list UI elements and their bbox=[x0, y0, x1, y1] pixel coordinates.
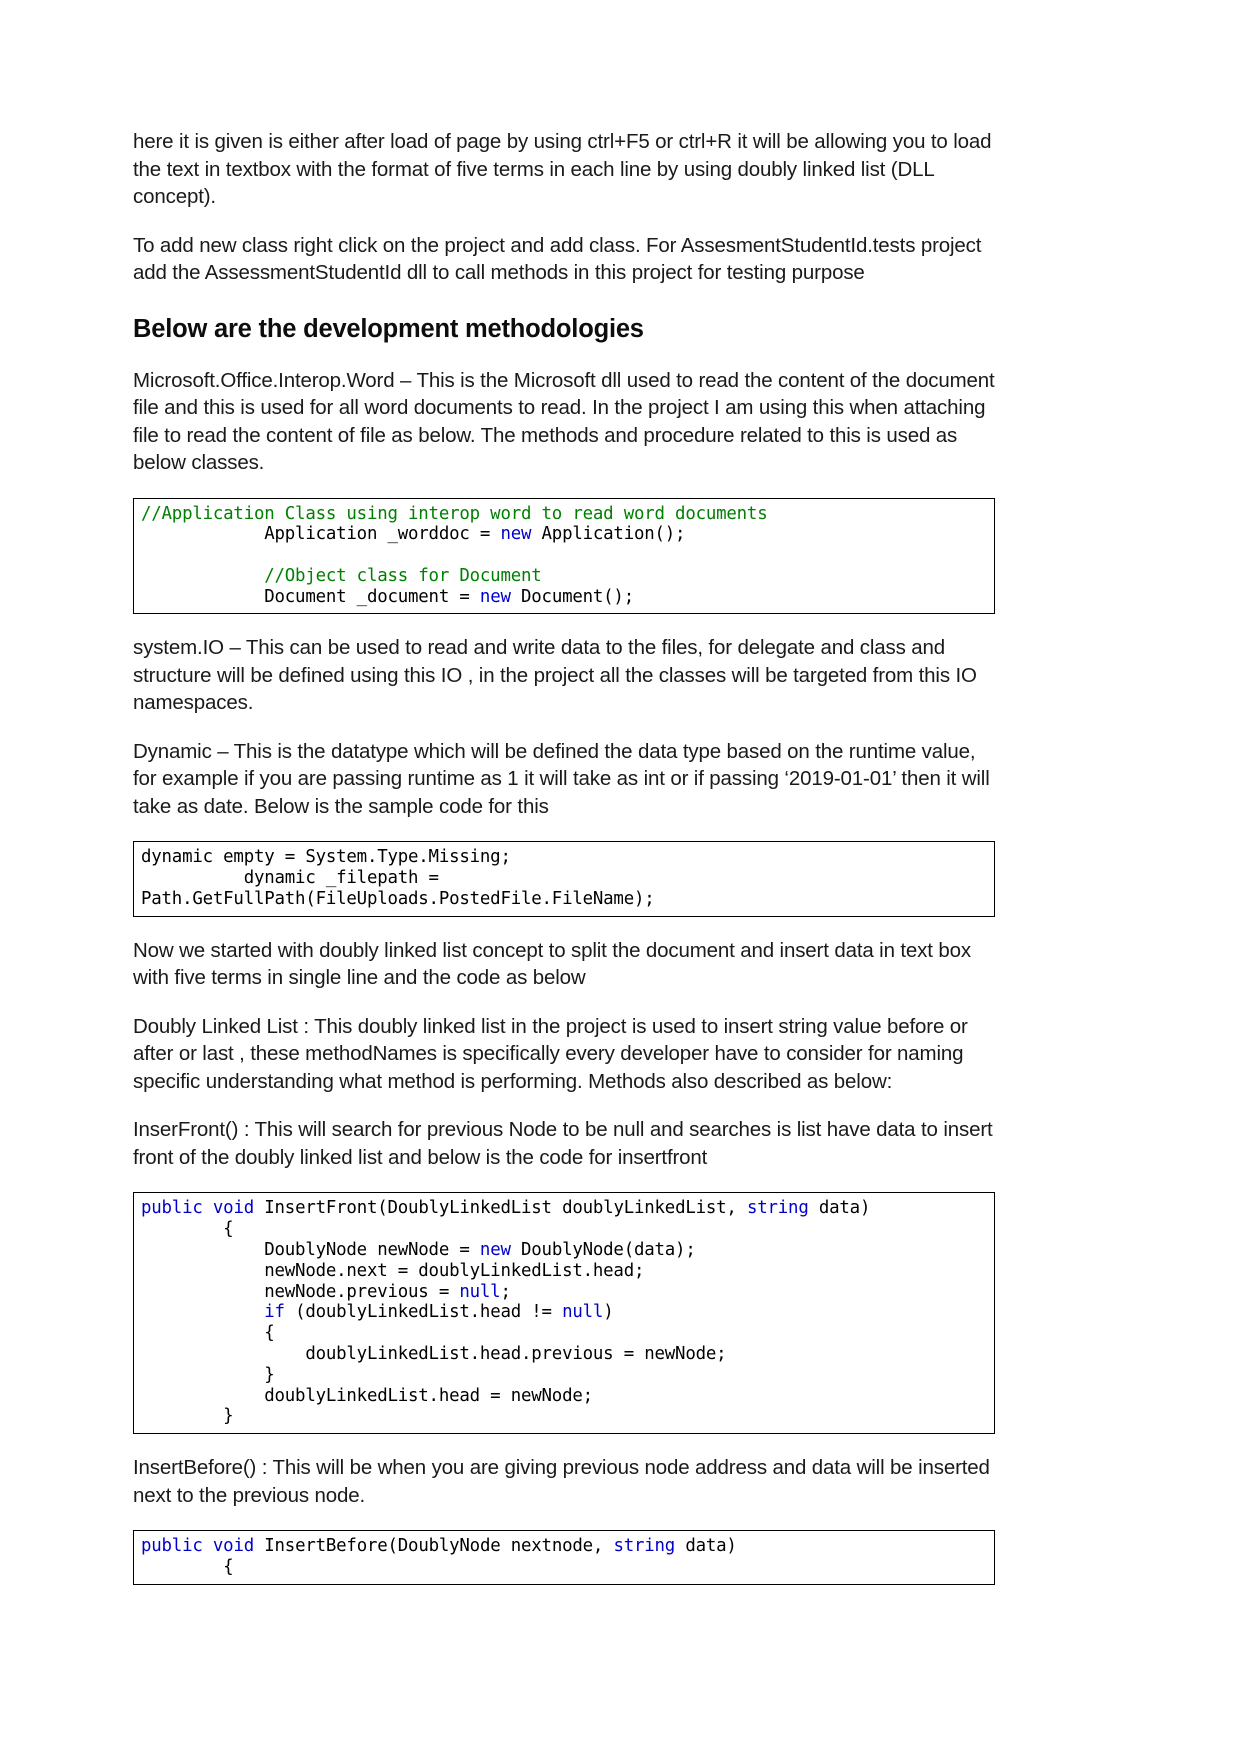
code-token: if bbox=[264, 1302, 285, 1323]
code-block-application-class: //Application Class using interop word t… bbox=[133, 497, 995, 615]
code-token: new bbox=[479, 1239, 511, 1260]
code-token: string bbox=[746, 1198, 809, 1219]
code-block-dynamic-filepath-text: dynamic empty = System.Type.Missing; dyn… bbox=[141, 847, 988, 909]
code-block-insert-front-text: public void InsertFront(DoublyLinkedList… bbox=[141, 1198, 988, 1427]
code-token: dynamic _filepath = bbox=[141, 868, 439, 889]
code-token: newNode.next = doublyLinkedList.head; bbox=[141, 1260, 645, 1281]
code-token: { bbox=[141, 1219, 234, 1240]
code-token: Path.GetFullPath(FileUploads.PostedFile.… bbox=[141, 889, 655, 910]
paragraph-add-new-class: To add new class right click on the proj… bbox=[133, 233, 982, 285]
code-block-insert-front: public void InsertFront(DoublyLinkedList… bbox=[133, 1192, 995, 1435]
code-token: //Application Class using interop word t… bbox=[141, 503, 768, 524]
document-page: here it is given is either after load of… bbox=[0, 0, 1241, 1754]
code-token: DoublyNode newNode = bbox=[141, 1239, 480, 1260]
code-token: void bbox=[212, 1198, 254, 1219]
code-block-application-class-text: //Application Class using interop word t… bbox=[141, 504, 988, 608]
code-token: doublyLinkedList.head = newNode; bbox=[141, 1385, 593, 1406]
paragraph-system-io: system.IO – This can be used to read and… bbox=[133, 636, 977, 715]
code-token: } bbox=[141, 1364, 275, 1385]
paragraph-insertbefore-desc: InsertBefore() : This will be when you a… bbox=[133, 1456, 990, 1507]
code-token: Application(); bbox=[531, 524, 686, 545]
code-token: DoublyNode(data); bbox=[510, 1239, 696, 1260]
code-token: null bbox=[459, 1281, 501, 1302]
code-token: new bbox=[479, 586, 511, 607]
paragraph-doubly-linked-list-start: Now we started with doubly linked list c… bbox=[133, 938, 971, 990]
code-token: data) bbox=[808, 1198, 871, 1219]
paragraph-inserfront-desc: InserFront() : This will search for prev… bbox=[133, 1118, 993, 1169]
code-token: ; bbox=[500, 1281, 511, 1302]
code-token: InsertBefore(DoublyNode nextnode, bbox=[254, 1536, 614, 1557]
code-token: newNode.previous = bbox=[141, 1281, 460, 1302]
heading-development-methodologies: Below are the development methodologies bbox=[133, 314, 644, 343]
code-token: } bbox=[141, 1406, 234, 1427]
code-block-dynamic-filepath: dynamic empty = System.Type.Missing; dyn… bbox=[133, 841, 995, 917]
paragraph-interop-word: Microsoft.Office.Interop.Word – This is … bbox=[133, 368, 995, 475]
code-token: void bbox=[212, 1536, 254, 1557]
code-token: data) bbox=[675, 1536, 737, 1557]
code-token: new bbox=[500, 524, 532, 545]
code-token: string bbox=[613, 1536, 676, 1557]
code-token: Application _worddoc = bbox=[141, 524, 501, 545]
paragraph-doubly-linked-list-desc: Doubly Linked List : This doubly linked … bbox=[133, 1014, 968, 1093]
document-content-column: here it is given is either after load of… bbox=[133, 128, 995, 1585]
code-token: Document(); bbox=[510, 586, 634, 607]
paragraph-intro-ctrl-f5: here it is given is either after load of… bbox=[133, 130, 992, 208]
paragraph-dynamic-datatype: Dynamic – This is the datatype which wil… bbox=[133, 739, 990, 818]
code-token: (doublyLinkedList.head != bbox=[284, 1302, 563, 1323]
code-token: InsertFront(DoublyLinkedList doublyLinke… bbox=[254, 1198, 747, 1219]
code-token: Document _document = bbox=[141, 586, 480, 607]
code-token: public bbox=[141, 1198, 203, 1219]
code-block-insert-before: public void InsertBefore(DoublyNode next… bbox=[133, 1530, 995, 1585]
code-block-insert-before-text: public void InsertBefore(DoublyNode next… bbox=[141, 1536, 988, 1578]
code-token: //Object class for Document bbox=[141, 565, 542, 586]
code-token: dynamic empty = System.Type.Missing; bbox=[141, 847, 511, 868]
code-token: null bbox=[562, 1302, 604, 1323]
code-token: ) bbox=[603, 1302, 614, 1323]
code-token: doublyLinkedList.head.previous = newNode… bbox=[141, 1343, 727, 1364]
code-token: { bbox=[141, 1323, 275, 1344]
code-token: public bbox=[141, 1536, 203, 1557]
code-token: { bbox=[141, 1556, 234, 1577]
